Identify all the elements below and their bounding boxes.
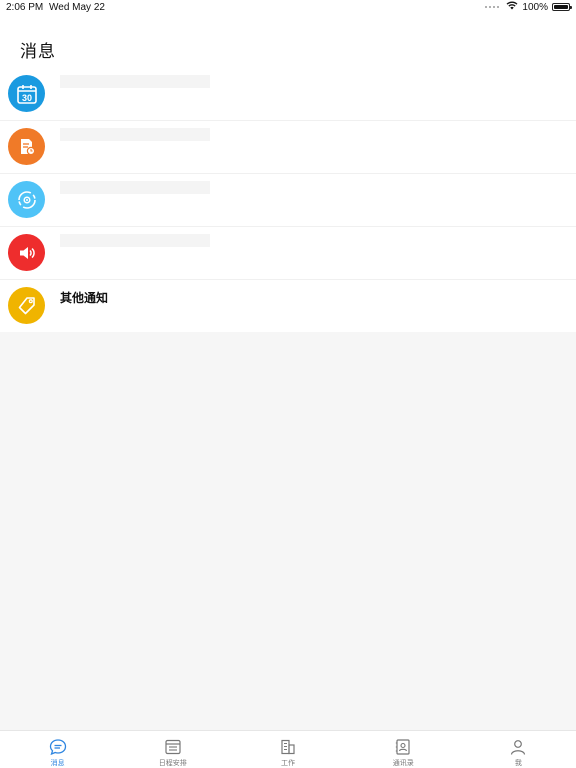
battery-icon [552,3,572,11]
tab-label: 日程安排 [158,759,187,767]
header: 消息 [0,16,576,68]
tab-label: 消息 [50,759,65,767]
schedule-icon [164,738,182,756]
tag-icon [8,287,45,324]
tab-contacts[interactable]: 通讯录 [346,731,461,768]
message-title-placeholder [60,234,210,247]
message-title-placeholder [60,181,210,194]
signal-dots-icon [485,6,500,8]
battery-percent: 100% [522,1,548,13]
message-list: 30 其他通知 [0,68,576,332]
person-icon [509,738,527,756]
tab-label: 通讯录 [392,759,414,767]
tab-messages[interactable]: 消息 [0,731,115,768]
status-indicators: 100% [485,1,572,13]
message-item-announcement[interactable] [0,227,576,280]
tab-work[interactable]: 工作 [230,731,345,768]
tab-schedule[interactable]: 日程安排 [115,731,230,768]
status-time: 2:06 PM [6,2,44,13]
status-bar: 2:06 PM Wed May 22 100% [0,0,576,16]
tab-label: 我 [514,759,522,767]
contacts-icon [394,738,412,756]
calendar-icon: 30 [8,75,45,112]
settings-cycle-icon [8,181,45,218]
message-item-document[interactable] [0,121,576,174]
status-date: Wed May 22 [49,2,105,13]
message-item-calendar[interactable]: 30 [0,68,576,121]
message-item-other-notifications[interactable]: 其他通知 [0,280,576,332]
message-title: 其他通知 [60,291,109,305]
chat-bubble-icon [49,738,67,756]
tab-me[interactable]: 我 [461,731,576,768]
tab-label: 工作 [281,759,295,767]
message-item-settings[interactable] [0,174,576,227]
tab-bar: 消息 日程安排 工作 通讯录 我 [0,730,576,768]
message-title-placeholder [60,128,210,141]
document-clock-icon [8,128,45,165]
calendar-day-number: 30 [21,93,31,103]
speaker-icon [8,234,45,271]
message-title-placeholder [60,75,210,88]
app-screen: 2:06 PM Wed May 22 100% 消息 30 其他通知 消息 日程… [0,0,576,768]
building-icon [279,738,297,756]
page-title: 消息 [20,42,56,62]
wifi-icon [506,1,518,13]
